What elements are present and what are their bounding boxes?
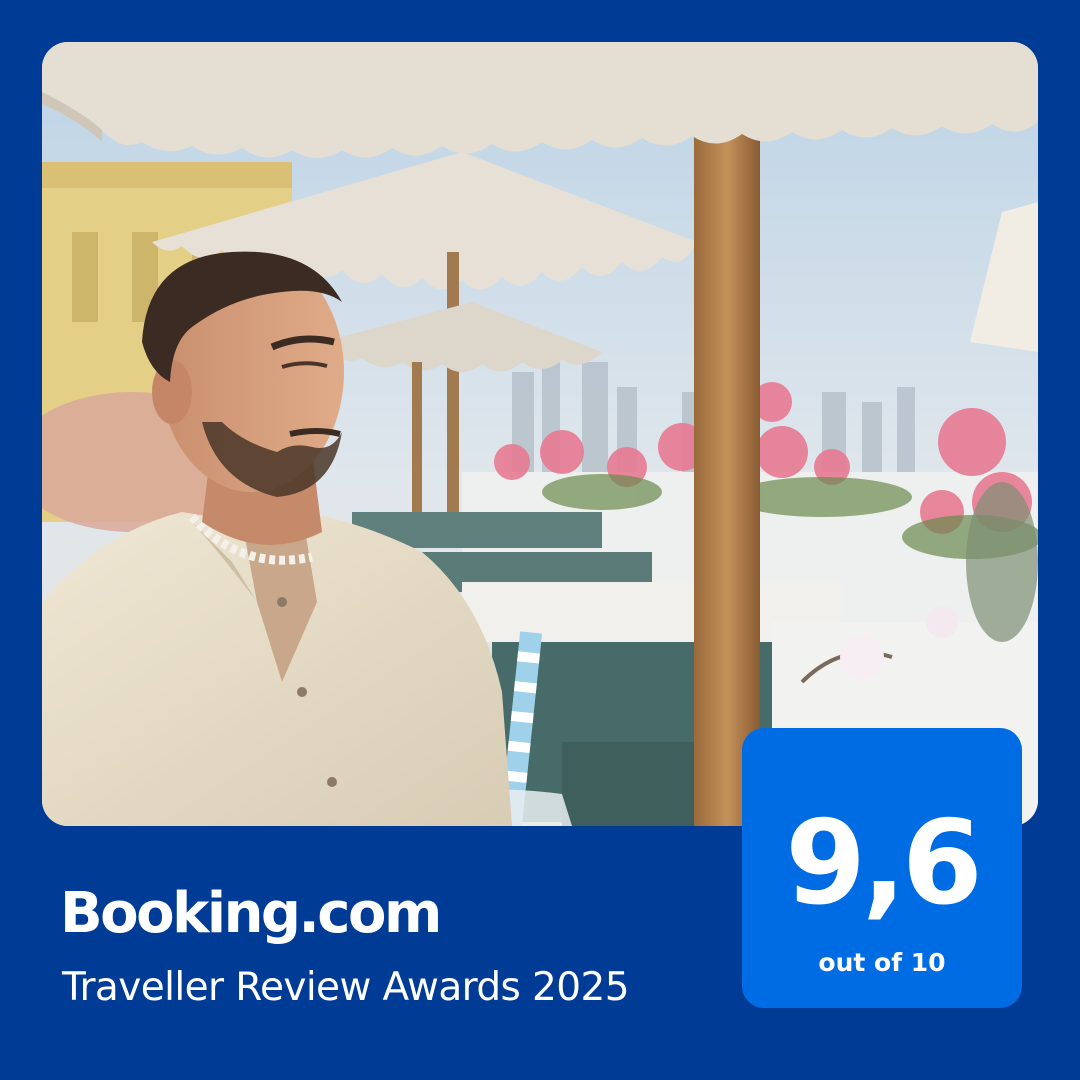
review-score-badge: 9,6 out of 10 xyxy=(742,728,1022,1008)
guest-photo xyxy=(42,42,1038,826)
review-score-value: 9,6 xyxy=(785,796,983,931)
booking-logo: Booking.com xyxy=(60,881,442,946)
rooftop-terrace-illustration xyxy=(42,42,1038,826)
award-card: Booking.com Traveller Review Awards 2025… xyxy=(0,0,1080,1080)
award-title: Traveller Review Awards 2025 xyxy=(62,965,630,1010)
review-score-caption: out of 10 xyxy=(818,948,946,977)
